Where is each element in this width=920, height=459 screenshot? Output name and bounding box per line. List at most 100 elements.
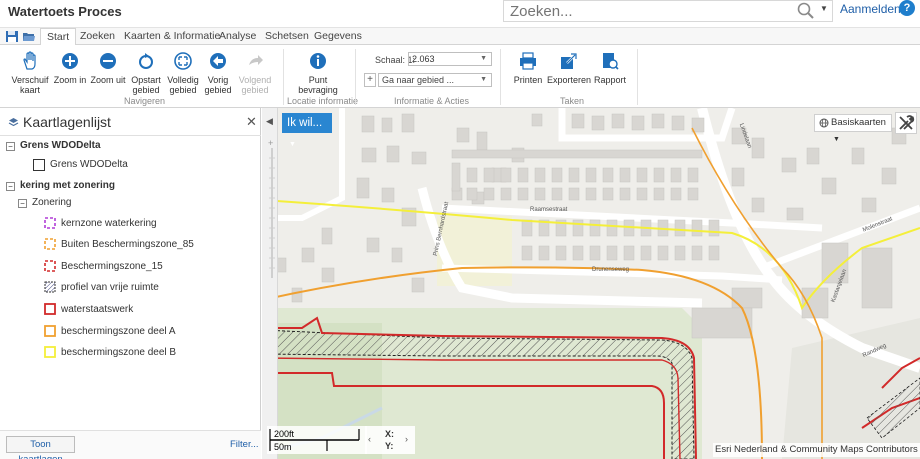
legend-swatch-buiten-bescherming bbox=[44, 238, 56, 250]
zoom-out-icon bbox=[100, 53, 116, 69]
title-bar: Watertoets Proces ▼ Aanmelden ? bbox=[0, 0, 920, 28]
coordinate-readout: ‹ X: Y: › bbox=[365, 426, 415, 454]
legend-swatch-waterstaatswerk bbox=[44, 303, 56, 315]
layer-item-beschermingszone[interactable]: Beschermingszone_15 bbox=[61, 260, 163, 274]
print-button[interactable]: Printen bbox=[510, 51, 546, 85]
filter-link[interactable]: Filter... bbox=[230, 439, 259, 450]
scale-label-m: 50m bbox=[274, 442, 292, 452]
tab-schetsen[interactable]: Schetsen bbox=[265, 28, 309, 45]
layer-subgroup-zonering[interactable]: Zonering bbox=[32, 196, 71, 210]
help-icon[interactable]: ? bbox=[899, 0, 915, 16]
pan-map-button[interactable]: Verschuif kaart bbox=[10, 51, 50, 95]
previous-extent-button[interactable]: Vorig gebied bbox=[202, 51, 234, 95]
initial-extent-button[interactable]: Opstart gebied bbox=[128, 51, 164, 95]
street-label: Raamsestraat bbox=[530, 207, 568, 213]
show-layers-button[interactable]: Toon kaartlagen bbox=[6, 436, 75, 459]
legend-swatch-grens bbox=[33, 159, 45, 171]
zoom-out-button[interactable]: Zoom uit bbox=[90, 51, 126, 85]
chevron-right-icon[interactable]: › bbox=[405, 434, 408, 444]
chevron-down-icon: ▼ bbox=[833, 136, 840, 143]
forward-icon bbox=[249, 55, 263, 65]
search-box[interactable]: ▼ bbox=[503, 0, 833, 22]
coord-x-label: X: bbox=[385, 429, 394, 439]
collapse-icon[interactable]: − bbox=[18, 199, 27, 208]
street-label: Drunenseweg bbox=[592, 267, 630, 273]
refresh-icon bbox=[139, 53, 153, 69]
save-icon[interactable] bbox=[5, 30, 19, 43]
layer-list-header: Kaartlagenlijst ✕ bbox=[0, 108, 261, 136]
open-folder-icon[interactable] bbox=[22, 30, 36, 43]
printer-icon bbox=[520, 52, 536, 70]
layer-item-kernzone[interactable]: kernzone waterkering bbox=[61, 217, 157, 231]
full-extent-button[interactable]: Volledig gebied bbox=[165, 51, 201, 95]
group-label-locatie: Locatie informatie bbox=[287, 96, 359, 106]
layer-item-deel-a[interactable]: beschermingszone deel A bbox=[61, 325, 176, 339]
layer-item-grens[interactable]: Grens WDODelta bbox=[50, 158, 128, 172]
tab-zoeken[interactable]: Zoeken bbox=[80, 28, 115, 45]
layer-item-waterstaatswerk[interactable]: waterstaatswerk bbox=[61, 303, 133, 317]
search-input[interactable] bbox=[504, 1, 789, 21]
basemap-button[interactable]: Basiskaarten ▼ bbox=[814, 114, 892, 143]
layer-item-deel-b[interactable]: beschermingszone deel B bbox=[61, 346, 176, 360]
full-extent-icon bbox=[174, 52, 192, 70]
layer-list-panel: Kaartlagenlijst ✕ − Grens WDODelta Grens… bbox=[0, 108, 261, 459]
legend-swatch-profiel bbox=[44, 281, 56, 293]
scale-input[interactable]: 2.063 ▼ bbox=[408, 52, 492, 66]
tab-start[interactable]: Start bbox=[40, 28, 77, 46]
tab-gegevens[interactable]: Gegevens bbox=[314, 28, 362, 45]
map-view[interactable]: Raamsestraat Prins Bernhardstraat Drunen… bbox=[262, 108, 920, 459]
app-title: Watertoets Proces bbox=[8, 4, 122, 19]
ik-wil-menu-button[interactable]: Ik wil... ▼ bbox=[282, 113, 332, 148]
add-area-button[interactable]: + bbox=[364, 73, 376, 87]
legend-swatch-deel-a bbox=[44, 325, 56, 337]
collapse-icon[interactable]: − bbox=[6, 142, 15, 151]
back-icon bbox=[210, 53, 226, 69]
chevron-left-icon: ◀ bbox=[266, 116, 273, 126]
scale-dropdown-icon[interactable]: ▼ bbox=[480, 53, 487, 65]
tools-button[interactable] bbox=[895, 112, 917, 134]
tab-analyse[interactable]: Analyse bbox=[219, 28, 256, 45]
search-dropdown-icon[interactable]: ▼ bbox=[820, 4, 830, 18]
export-button[interactable]: Exporteren bbox=[547, 51, 591, 85]
zoom-in-button[interactable]: Zoom in bbox=[52, 51, 88, 85]
next-extent-button[interactable]: Volgend gebied bbox=[236, 51, 274, 95]
layer-item-buiten-bescherming[interactable]: Buiten Beschermingszone_85 bbox=[61, 238, 194, 252]
layers-icon bbox=[8, 118, 19, 127]
map-canvas[interactable] bbox=[262, 108, 920, 459]
report-button[interactable]: Rapport bbox=[592, 51, 628, 85]
tab-kaarten-informatie[interactable]: Kaarten & Informatie bbox=[124, 28, 220, 45]
group-label-navigeren: Navigeren bbox=[124, 96, 166, 106]
chevron-down-icon: ▼ bbox=[289, 141, 296, 148]
legend-swatch-deel-b bbox=[44, 346, 56, 358]
ribbon-separator bbox=[283, 49, 284, 105]
report-icon bbox=[603, 53, 619, 70]
group-label-informatie: Informatie & Acties bbox=[394, 96, 470, 106]
login-link[interactable]: Aanmelden bbox=[840, 2, 901, 16]
ribbon-separator bbox=[637, 49, 638, 105]
hand-icon bbox=[23, 51, 36, 70]
tools-icon bbox=[899, 115, 915, 130]
zoom-in-icon bbox=[62, 53, 78, 69]
export-icon bbox=[561, 52, 578, 69]
chevron-left-icon[interactable]: ‹ bbox=[368, 434, 371, 444]
layer-item-profiel[interactable]: profiel van vrije ruimte bbox=[61, 281, 159, 295]
scale-bar: 200ft 50m bbox=[267, 426, 367, 454]
layer-group-kering[interactable]: kering met zonering bbox=[20, 179, 115, 193]
map-attribution: Esri Nederland & Community Maps Contribu… bbox=[713, 443, 920, 457]
layer-group-grens[interactable]: Grens WDODelta bbox=[20, 139, 101, 153]
zoom-slider[interactable]: + bbox=[268, 138, 276, 288]
search-icon[interactable] bbox=[796, 2, 816, 20]
svg-text:+: + bbox=[268, 138, 273, 148]
goto-area-select[interactable]: Ga naar gebied ... ▼ bbox=[378, 73, 492, 87]
layer-list-footer: Toon kaartlagen Filter... bbox=[0, 430, 261, 459]
group-label-taken: Taken bbox=[560, 96, 585, 106]
ribbon-separator bbox=[355, 49, 356, 105]
globe-icon bbox=[819, 118, 829, 128]
ribbon-separator bbox=[500, 49, 501, 105]
point-query-button[interactable]: Punt bevraging bbox=[296, 51, 340, 95]
collapse-icon[interactable]: − bbox=[6, 182, 15, 191]
goto-dropdown-icon[interactable]: ▼ bbox=[480, 74, 487, 86]
ribbon-tabs: Start Zoeken Kaarten & Informatie Analys… bbox=[0, 28, 920, 46]
layer-list-title: Kaartlagenlijst bbox=[23, 114, 111, 130]
close-icon[interactable]: ✕ bbox=[246, 114, 257, 130]
